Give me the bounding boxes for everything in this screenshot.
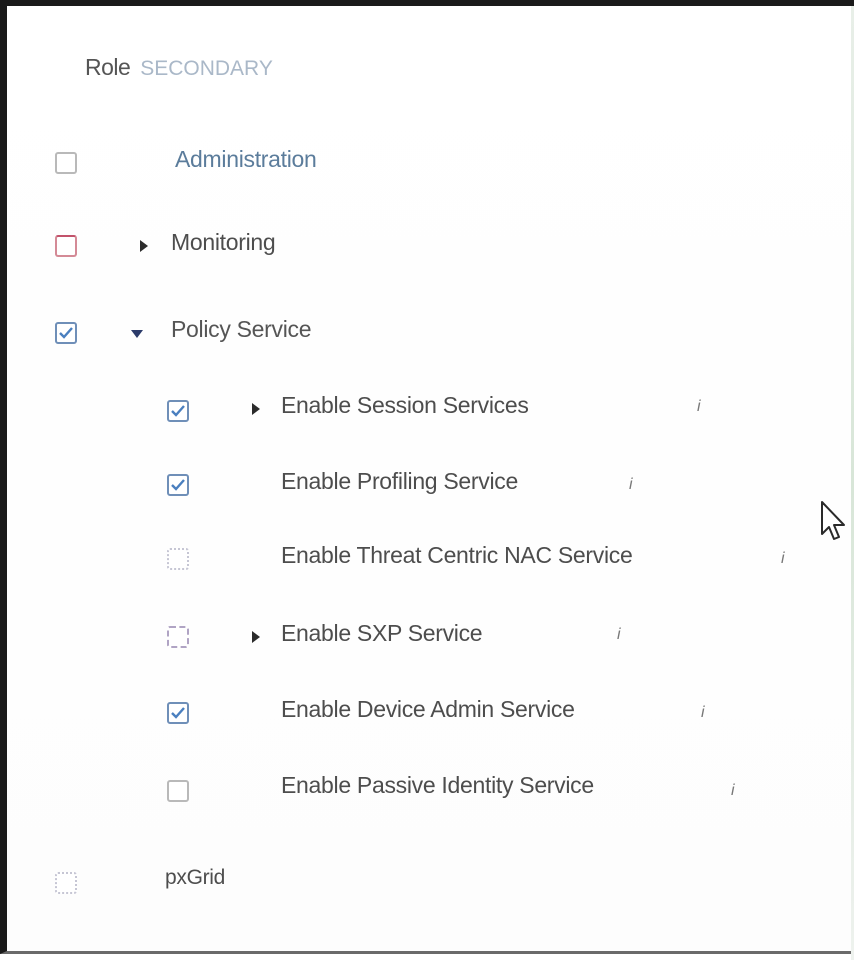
sxp-service-label: Enable SXP Service	[281, 620, 483, 646]
info-icon[interactable]: i	[781, 550, 785, 568]
pxgrid-checkbox[interactable]	[55, 872, 77, 894]
info-icon[interactable]: i	[731, 782, 735, 800]
info-icon[interactable]: i	[701, 704, 705, 722]
mouse-pointer-icon	[821, 501, 845, 540]
passive-identity-service-checkbox[interactable]	[167, 780, 189, 802]
monitoring-checkbox[interactable]	[55, 235, 77, 257]
profiling-service-label: Enable Profiling Service	[281, 468, 518, 494]
threat-centric-nac-checkbox[interactable]	[167, 548, 189, 570]
device-admin-service-label: Enable Device Admin Service	[281, 696, 575, 722]
caret-right-icon[interactable]	[140, 240, 148, 252]
administration-label: Administration	[175, 146, 317, 172]
role-value: SECONDARY	[140, 57, 273, 80]
caret-right-icon[interactable]	[252, 631, 260, 643]
sxp-service-checkbox[interactable]	[167, 626, 189, 648]
profiling-service-checkbox[interactable]	[167, 474, 189, 496]
info-icon[interactable]: i	[617, 626, 621, 644]
caret-down-icon[interactable]	[131, 330, 143, 338]
administration-checkbox[interactable]	[55, 152, 77, 174]
threat-centric-nac-label: Enable Threat Centric NAC Service	[281, 542, 633, 568]
device-admin-service-checkbox[interactable]	[167, 702, 189, 724]
session-services-checkbox[interactable]	[167, 400, 189, 422]
role-field: Role SECONDARY	[85, 54, 273, 81]
node-personas-panel: Role SECONDARY Administration Monitoring…	[0, 0, 854, 960]
pxgrid-label: pxGrid	[165, 866, 226, 889]
caret-right-icon[interactable]	[252, 403, 260, 415]
policy-service-checkbox[interactable]	[55, 322, 77, 344]
monitoring-label: Monitoring	[171, 229, 276, 255]
info-icon[interactable]: i	[697, 398, 701, 416]
session-services-label: Enable Session Services	[281, 392, 529, 418]
passive-identity-service-label: Enable Passive Identity Service	[281, 772, 594, 798]
info-icon[interactable]: i	[629, 476, 633, 494]
role-label: Role	[85, 54, 131, 80]
policy-service-label: Policy Service	[171, 316, 312, 342]
